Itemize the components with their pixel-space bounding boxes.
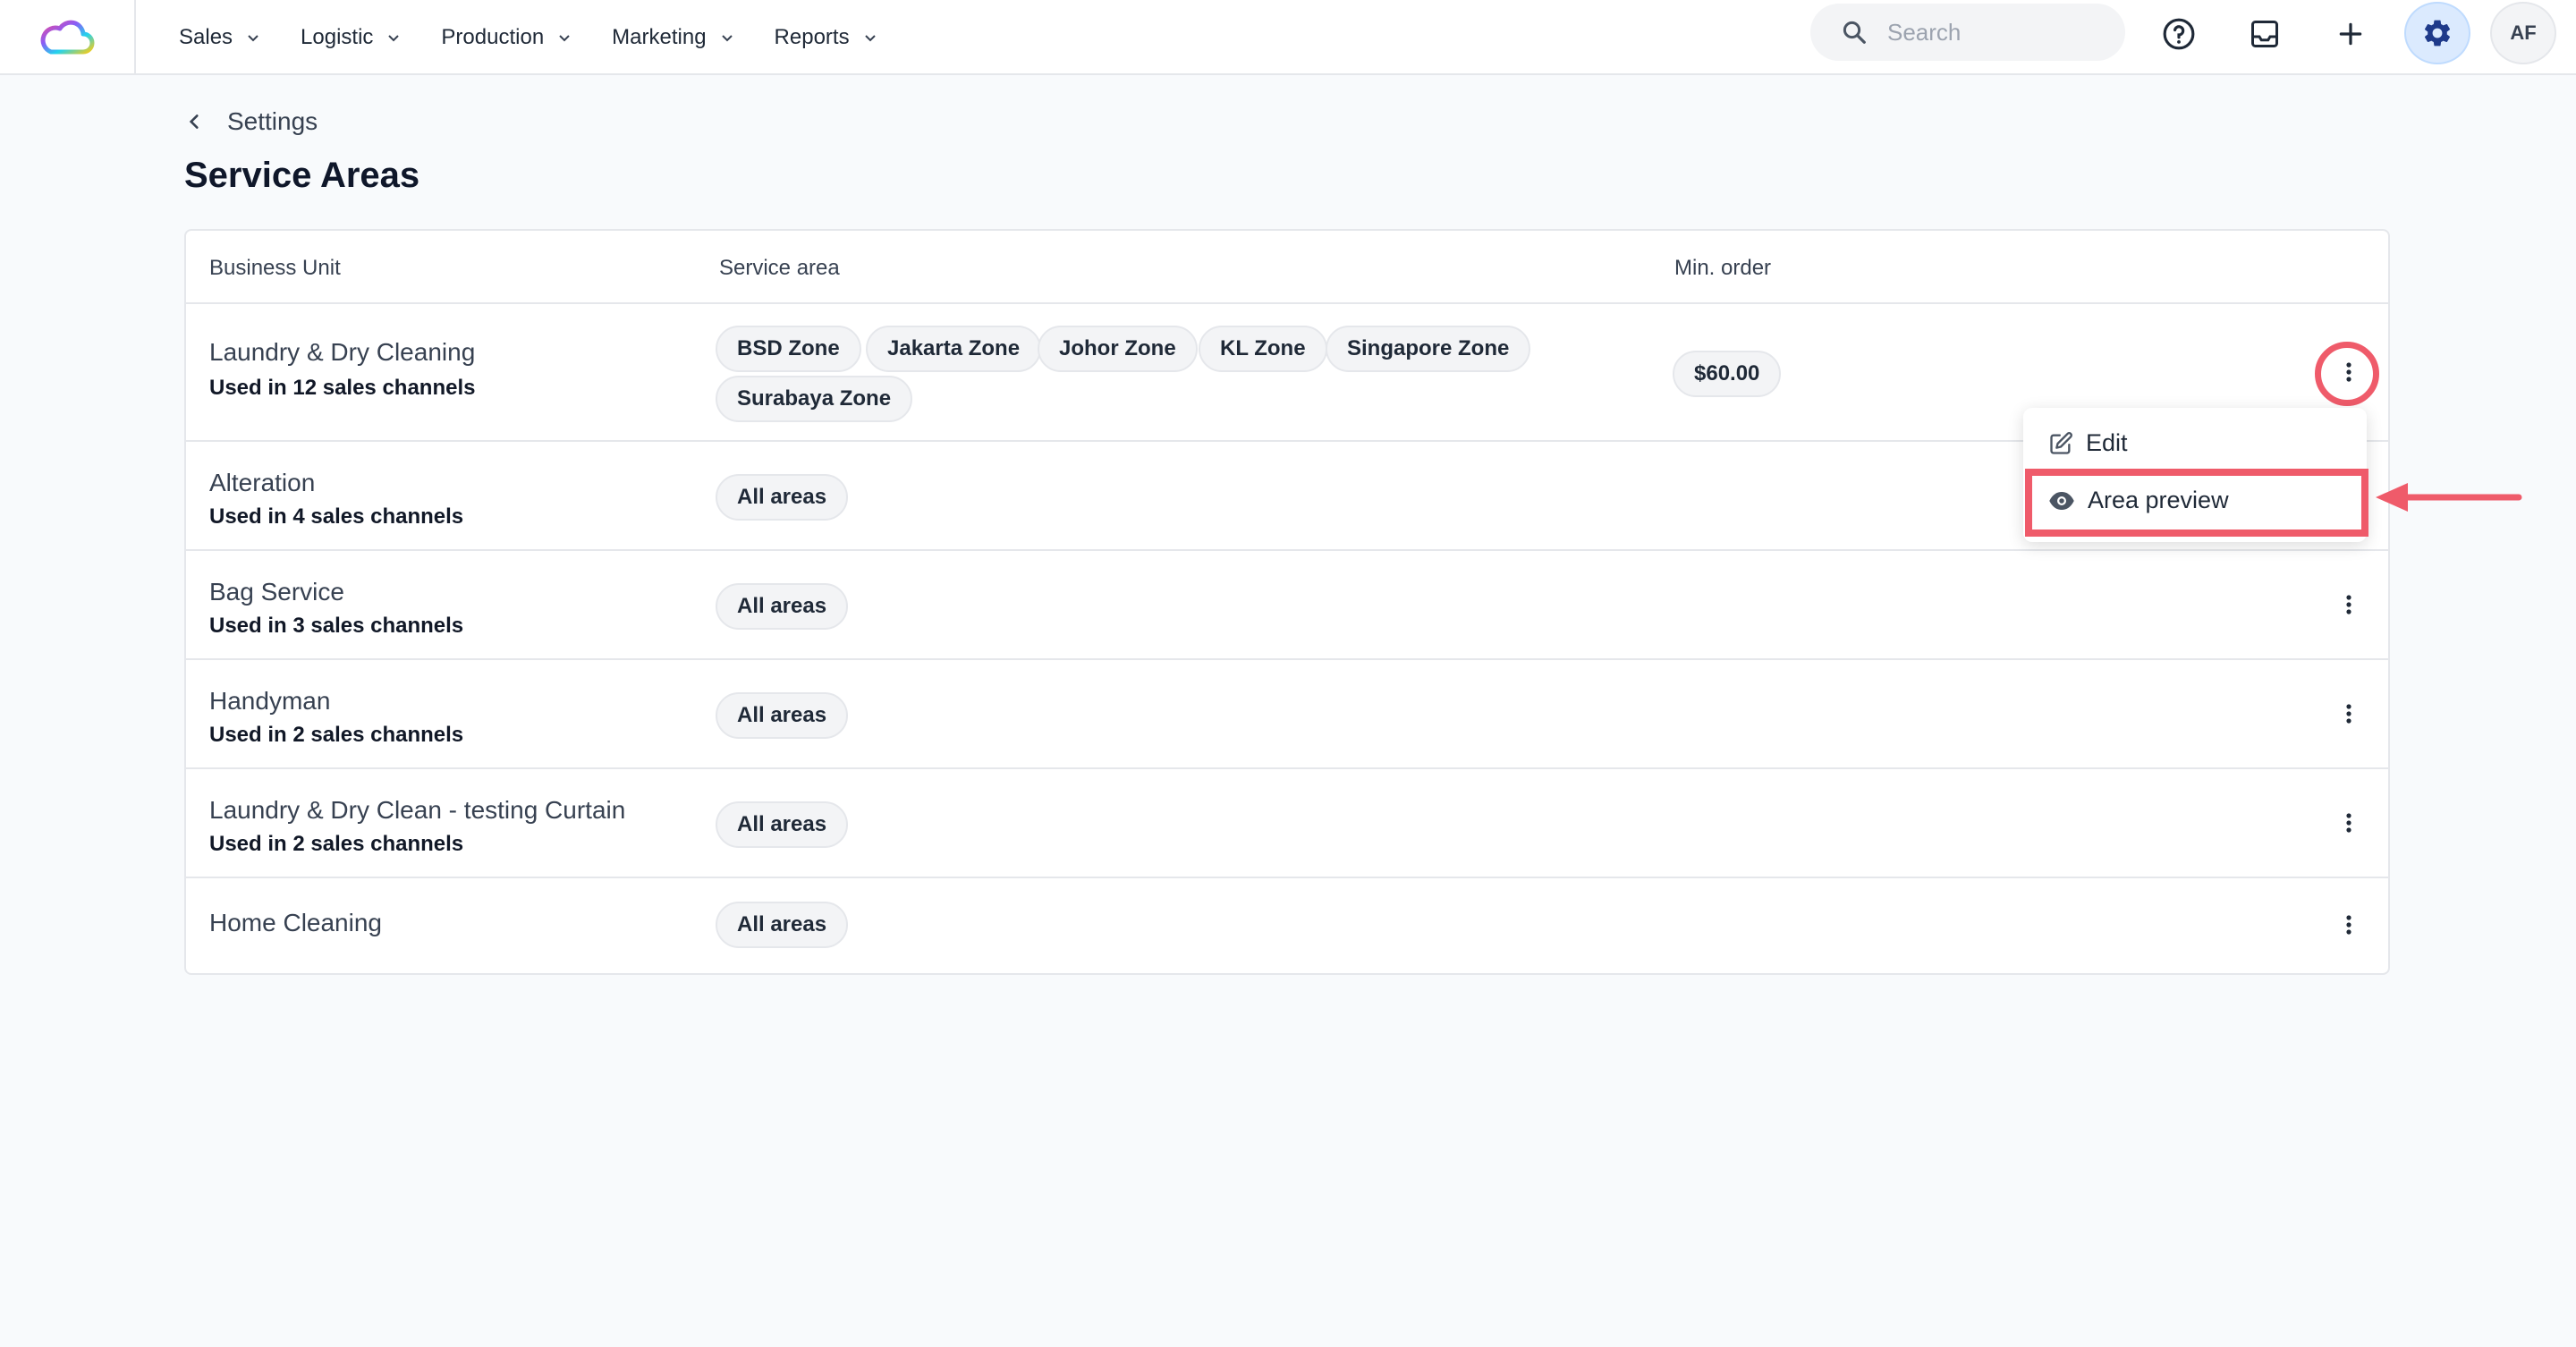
help-circle-icon [2163,18,2195,50]
row-actions-button[interactable] [2331,587,2367,623]
business-unit-name: Bag Service [209,578,344,606]
service-areas-table: Business Unit Service area Min. order La… [184,229,2390,975]
chevron-down-icon [388,35,400,42]
nav-reports[interactable]: Reports [775,25,878,50]
back-to-settings-link[interactable]: Settings [184,107,318,136]
nav-sales-label: Sales [179,25,233,49]
sales-channels-count: Used in 2 sales channels [209,723,464,747]
nav-production-label: Production [441,25,545,49]
menu-item-edit-label: Edit [2086,429,2128,456]
search-box [1810,4,2125,61]
nav-production[interactable]: Production [441,25,572,50]
area-chip: All areas [716,801,849,848]
area-chip: Surabaya Zone [716,376,913,422]
min-order-badge: $60.00 [1673,351,1782,397]
search-icon [1843,21,1866,44]
sales-channels-count: Used in 2 sales channels [209,832,464,856]
inbox-icon [2251,21,2278,47]
area-chip: Johor Zone [1038,326,1198,372]
service-area-chips: BSD Zone Jakarta Zone Johor Zone KL Zone… [716,304,1612,442]
area-chip: All areas [716,902,849,948]
breadcrumb-label: Settings [227,107,318,135]
nav-reports-label: Reports [774,25,850,49]
gear-icon [2424,20,2451,47]
area-chip: KL Zone [1199,326,1327,372]
table-row: Bag Service Used in 3 sales channels All… [186,551,2388,660]
area-chip: All areas [716,692,849,739]
chevron-down-icon [721,35,733,42]
sales-channels-count: Used in 12 sales channels [209,376,476,400]
business-unit-name: Home Cleaning [209,909,382,936]
cloud-logo-icon [40,20,95,55]
table-row: Handyman Used in 2 sales channels All ar… [186,660,2388,769]
kebab-icon [2346,704,2351,724]
sales-channels-count: Used in 4 sales channels [209,504,464,529]
plus-icon [2339,22,2362,46]
nav-logistic[interactable]: Logistic [301,25,402,50]
area-preview-highlight-box [2025,469,2368,537]
business-unit-name: Handyman [209,687,331,715]
nav-logistic-label: Logistic [301,25,374,49]
arrow-left-icon [2376,483,2522,512]
area-chip: Jakarta Zone [866,326,1042,372]
logo-cell[interactable] [0,0,136,75]
chevron-down-icon [864,35,876,42]
settings-button[interactable] [2404,2,2470,64]
sales-channels-count: Used in 3 sales channels [209,614,464,638]
table-row: Laundry & Dry Clean - testing Curtain Us… [186,769,2388,878]
area-chip: All areas [716,474,849,521]
menu-item-edit[interactable]: Edit [2048,429,2128,457]
edit-icon [2050,431,2072,454]
chevron-left-icon [189,114,199,129]
business-unit-name: Laundry & Dry Clean - testing Curtain [209,796,626,824]
chevron-down-icon [559,35,570,42]
row-actions-button[interactable] [2331,696,2367,732]
help-button[interactable] [2147,4,2211,64]
column-header-business-unit: Business Unit [209,256,341,280]
main-nav: Sales Logistic Production Marketing Repo… [179,0,918,75]
area-chip: BSD Zone [716,326,861,372]
kebab-icon [2346,915,2351,935]
business-unit-name: Alteration [209,469,316,496]
chevron-down-icon [248,35,258,42]
nav-marketing[interactable]: Marketing [612,25,734,50]
table-header: Business Unit Service area Min. order [186,231,2388,304]
nav-sales[interactable]: Sales [179,25,261,50]
add-button[interactable] [2318,4,2383,64]
search-input[interactable] [1887,18,2102,47]
page-title: Service Areas [184,156,420,195]
column-header-min-order: Min. order [1674,256,1772,280]
area-chip: Singapore Zone [1326,326,1531,372]
top-navigation-bar: Sales Logistic Production Marketing Repo… [0,0,2576,75]
kebab-highlight-circle [2315,342,2379,406]
table-row: Home Cleaning All areas [186,878,2388,973]
avatar[interactable]: AF [2490,2,2556,64]
inbox-button[interactable] [2233,4,2297,64]
kebab-icon [2346,595,2351,614]
business-unit-name: Laundry & Dry Cleaning [209,338,476,366]
row-actions-button[interactable] [2331,907,2367,943]
kebab-icon [2346,813,2351,833]
nav-marketing-label: Marketing [612,25,707,49]
area-chip: All areas [716,583,849,630]
row-actions-button[interactable] [2331,805,2367,841]
column-header-service-area: Service area [719,256,840,280]
